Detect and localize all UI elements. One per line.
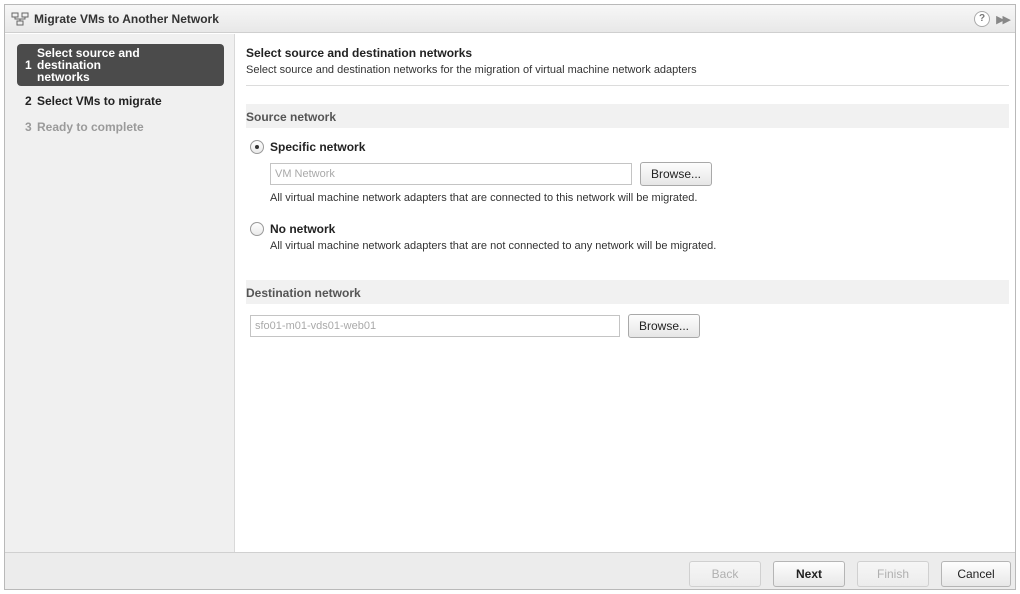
step-select-networks[interactable]: 1 Select source and destination networks bbox=[17, 44, 224, 86]
network-migrate-icon bbox=[11, 12, 29, 25]
cancel-button[interactable]: Cancel bbox=[941, 561, 1011, 587]
step-number: 2 bbox=[25, 94, 32, 108]
step-label: Ready to complete bbox=[37, 120, 144, 134]
main-content: Select source and destination networks S… bbox=[236, 34, 1015, 552]
step-select-vms[interactable]: 2 Select VMs to migrate bbox=[17, 90, 224, 112]
destination-network-heading: Destination network bbox=[246, 280, 1009, 304]
no-network-help: All virtual machine network adapters tha… bbox=[270, 240, 717, 252]
specific-network-help: All virtual machine network adapters tha… bbox=[270, 192, 698, 204]
help-icon[interactable]: ? bbox=[974, 11, 991, 27]
step-ready-to-complete: 3 Ready to complete bbox=[17, 116, 224, 138]
next-button[interactable]: Next bbox=[773, 561, 845, 587]
migrate-vms-dialog: Migrate VMs to Another Network ? ▶▶ 1 Se… bbox=[4, 4, 1016, 590]
finish-button[interactable]: Finish bbox=[857, 561, 929, 587]
source-network-field[interactable]: VM Network bbox=[270, 163, 632, 185]
source-network-heading: Source network bbox=[246, 104, 1009, 128]
destination-browse-button[interactable]: Browse... bbox=[628, 314, 701, 338]
wizard-footer: Back Next Finish Cancel bbox=[5, 552, 1015, 589]
no-network-option[interactable]: No network bbox=[250, 222, 1009, 236]
step-label: Select VMs to migrate bbox=[37, 94, 162, 108]
no-network-label[interactable]: No network bbox=[270, 222, 335, 236]
specific-network-label[interactable]: Specific network bbox=[270, 140, 365, 154]
back-button[interactable]: Back bbox=[689, 561, 761, 587]
source-browse-button[interactable]: Browse... bbox=[640, 162, 713, 186]
no-network-radio[interactable] bbox=[250, 222, 264, 236]
expand-icon[interactable]: ▶▶ bbox=[996, 13, 1011, 26]
title-bar: Migrate VMs to Another Network ? ▶▶ bbox=[5, 5, 1015, 33]
content-header: Select source and destination networks S… bbox=[246, 34, 1009, 86]
step-label: Select source and destination networks bbox=[37, 46, 140, 84]
step-number: 1 bbox=[25, 58, 32, 72]
specific-network-option[interactable]: Specific network bbox=[250, 140, 1009, 154]
destination-network-field[interactable]: sfo01-m01-vds01-web01 bbox=[250, 315, 620, 337]
wizard-steps-sidebar: 1 Select source and destination networks… bbox=[5, 34, 235, 552]
specific-network-radio[interactable] bbox=[250, 140, 264, 154]
dialog-title: Migrate VMs to Another Network bbox=[34, 11, 219, 26]
page-title: Select source and destination networks bbox=[246, 46, 473, 60]
page-description: Select source and destination networks f… bbox=[246, 64, 697, 76]
step-number: 3 bbox=[25, 120, 32, 134]
